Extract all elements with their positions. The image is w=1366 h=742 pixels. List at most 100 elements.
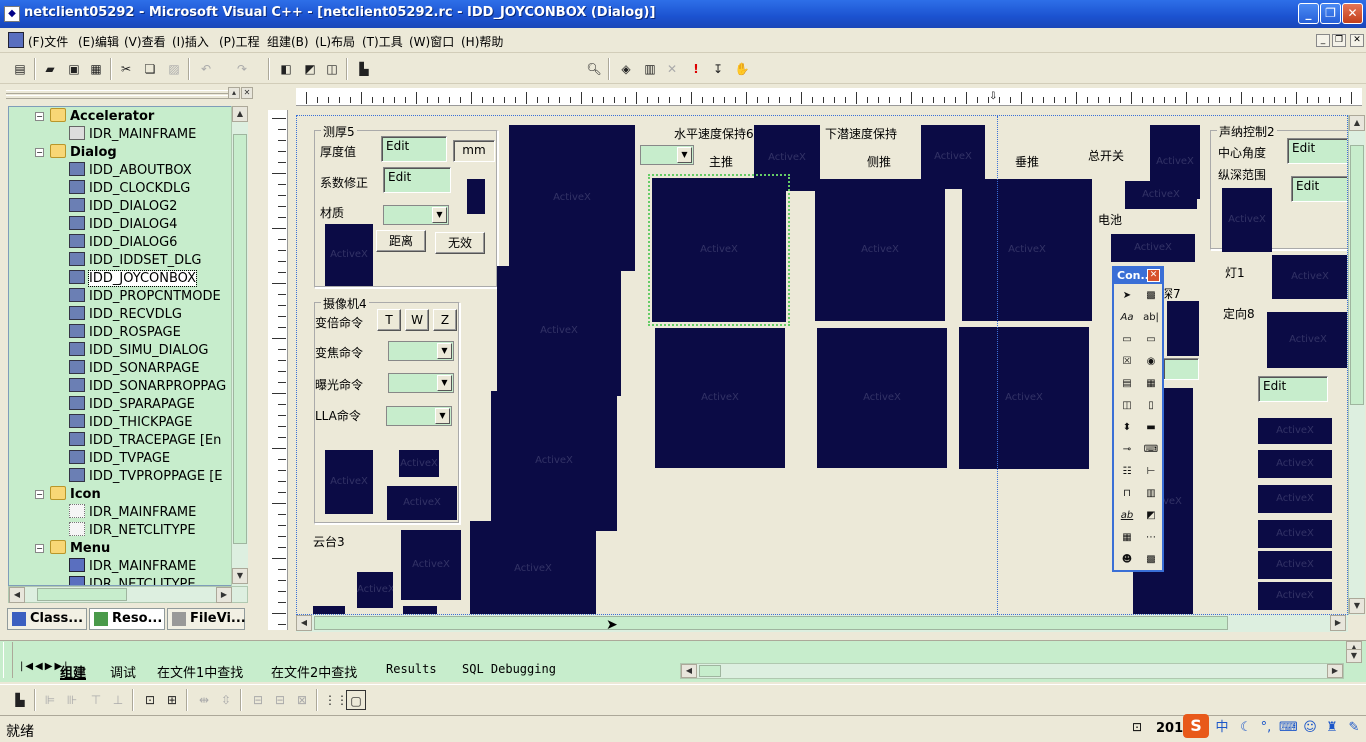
activex-control[interactable]: ActiveX [325, 450, 373, 514]
scroll-left-icon[interactable]: ◀ [681, 664, 697, 678]
tree-item[interactable]: IDD_TVPAGE [69, 450, 170, 468]
tree-item[interactable]: IDD_SONARPAGE [69, 360, 199, 378]
scroll-up-icon[interactable]: ▲ [1349, 115, 1365, 131]
spin-tool-icon[interactable]: ⬍ [1117, 418, 1137, 438]
dive-speed-label[interactable]: 下潜速度保持 [825, 125, 897, 142]
activex-control[interactable]: ActiveX [325, 224, 373, 286]
toggle-grid-icon[interactable]: ⋮⋮ [324, 690, 348, 710]
tree-item[interactable]: IDD_IDDSET_DLG [69, 252, 201, 270]
tree-item[interactable]: IDD_ABOUTBOX [69, 162, 192, 180]
input-method-logo-icon[interactable]: S [1183, 714, 1209, 738]
mdi-restore-button[interactable]: ❐ [1332, 34, 1346, 47]
mdi-close-button[interactable]: ✕ [1350, 34, 1364, 47]
space-across-icon[interactable]: ⇹ [194, 690, 214, 710]
tree-expander-icon[interactable]: − [35, 544, 44, 553]
menu-help[interactable]: (H)帮助 [461, 33, 503, 50]
activex-control[interactable]: ActiveX [1111, 234, 1195, 262]
grid-tool-icon[interactable]: ▦ [1117, 528, 1137, 548]
activex-control[interactable]: ActiveX [655, 328, 785, 468]
same-size-icon[interactable]: ⊠ [292, 690, 312, 710]
coefficient-label[interactable]: 系数修正 [320, 174, 368, 191]
tree-item[interactable]: IDR_NETCLITYPE [69, 576, 196, 585]
panel-float-icon[interactable]: ▴ [228, 87, 240, 99]
tree-item[interactable]: IDD_RECVDLG [69, 306, 182, 324]
menu-layout[interactable]: (L)布局 [315, 33, 355, 50]
copy-icon[interactable]: ❏ [140, 59, 160, 79]
datetime-tool-icon[interactable]: ◩ [1141, 506, 1161, 526]
picture-tool-icon[interactable]: ▩ [1141, 286, 1161, 306]
panel-grip[interactable] [6, 95, 228, 99]
activex-control[interactable]: ActiveX [497, 266, 621, 396]
activex-control[interactable]: ActiveX [491, 391, 617, 531]
activex-control[interactable]: ActiveX [1272, 255, 1347, 299]
toggle-guides-icon[interactable]: ▢ [346, 690, 366, 710]
activex-control[interactable]: ActiveX [387, 486, 457, 520]
menu-insert[interactable]: (I)插入 [172, 33, 209, 50]
master-switch-label[interactable]: 总开关 [1088, 147, 1124, 164]
tab-find1[interactable]: 在文件1中查找 [157, 662, 243, 681]
panel-grip[interactable] [6, 90, 228, 94]
center-vertical-icon[interactable]: ⊡ [140, 690, 160, 710]
tree-item[interactable]: IDD_JOYCONBOX [69, 270, 197, 288]
tree-item[interactable]: IDR_NETCLITYPE [69, 522, 196, 540]
activex-control[interactable]: ActiveX [1258, 551, 1332, 579]
wrench-icon[interactable]: ✎ [1345, 719, 1363, 737]
tree-horizontal-scrollbar[interactable]: ◀ ▶ [8, 586, 248, 603]
tab-resourceview[interactable]: Reso... [89, 608, 165, 630]
orient-label[interactable]: 定向8 [1223, 305, 1255, 322]
group-box-tool-icon[interactable]: ▭ [1117, 330, 1137, 350]
user-icon[interactable]: ☺ [1301, 719, 1319, 737]
listctrl-tool-icon[interactable]: ☷ [1117, 462, 1137, 482]
tree-item[interactable]: IDD_THICKPAGE [69, 414, 192, 432]
chinese-mode-icon[interactable]: 中 [1213, 719, 1231, 737]
z-button[interactable]: Z [433, 309, 457, 331]
tab-debug[interactable]: 调试 [110, 662, 136, 681]
editor-horizontal-scrollbar[interactable]: ◀ ▶ [296, 615, 1348, 632]
slider-tool-icon[interactable]: ⊸ [1117, 440, 1137, 460]
h-speed-combo[interactable]: ▼ [640, 145, 694, 165]
controls-palette[interactable]: Con... ✕ ➤ ▩ Aa ab| ▭ ▭ ☒ ◉ ▤ ▦ ◫ ▯ ⬍ ▬ ⊸… [1112, 266, 1164, 572]
window-list-icon[interactable]: ◫ [322, 59, 342, 79]
chevron-down-icon[interactable]: ▼ [677, 147, 692, 163]
find-icon[interactable]: 🔍︎ [584, 59, 604, 79]
activex-control[interactable] [1167, 301, 1199, 356]
compile-icon[interactable]: ◈ [616, 59, 636, 79]
tree-folder[interactable]: − Accelerator [35, 108, 154, 126]
activex-control[interactable]: ActiveX [817, 328, 947, 468]
open-folder-icon[interactable]: ▰ [40, 59, 60, 79]
listbox-tool-icon[interactable]: ▦ [1141, 374, 1161, 394]
hscroll-tool-icon[interactable]: ◫ [1117, 396, 1137, 416]
activex-control[interactable]: ActiveX [1125, 181, 1197, 209]
new-file-icon[interactable]: ▤ [10, 59, 30, 79]
scroll-down-icon[interactable]: ▼ [232, 568, 248, 584]
close-icon[interactable]: ✕ [1147, 269, 1160, 282]
tree-expander-icon[interactable]: − [35, 148, 44, 157]
breakpoint-hand-icon[interactable]: ✋ [732, 59, 752, 79]
tree-item[interactable]: IDD_TVPROPPAGE [E [69, 468, 223, 486]
doc-icon[interactable] [8, 32, 24, 48]
ruler-guide-marker[interactable]: ⇩ [989, 91, 997, 102]
activex-control[interactable]: ActiveX [399, 450, 439, 477]
tree-expander-icon[interactable]: − [35, 112, 44, 121]
custom-tool-icon[interactable]: ☻ [1117, 550, 1137, 570]
richedit-tool-icon[interactable]: ab [1117, 506, 1137, 526]
lla-combo[interactable]: ▼ [386, 406, 452, 426]
punctuation-icon[interactable]: °, [1257, 719, 1275, 737]
coefficient-edit[interactable]: Edit [383, 167, 451, 193]
activex-control[interactable]: ActiveX [962, 179, 1092, 321]
dialog-canvas[interactable]: 测厚5 厚度值 Edit mm 系数修正 Edit 材质 ▼ 距离 无效 Act… [296, 115, 1348, 615]
tree-folder[interactable]: − Icon [35, 486, 101, 504]
thickness-label[interactable]: 厚度值 [320, 143, 356, 160]
scroll-thumb[interactable] [37, 588, 127, 601]
scroll-right-icon[interactable]: ▶ [1330, 615, 1346, 631]
center-angle-label[interactable]: 中心角度 [1218, 144, 1266, 161]
radio-tool-icon[interactable]: ◉ [1141, 352, 1161, 372]
edit-box-tool-icon[interactable]: ab| [1141, 308, 1161, 328]
same-width-icon[interactable]: ⊟ [248, 690, 268, 710]
cut-icon[interactable]: ✂ [116, 59, 136, 79]
tab-sql-debugging[interactable]: SQL Debugging [462, 662, 556, 680]
activex-control-selected[interactable]: ActiveX [648, 174, 790, 326]
tree-folder[interactable]: − Menu [35, 540, 110, 558]
activex-control[interactable]: ActiveX [1258, 520, 1332, 548]
tree-item[interactable]: IDD_ROSPAGE [69, 324, 181, 342]
